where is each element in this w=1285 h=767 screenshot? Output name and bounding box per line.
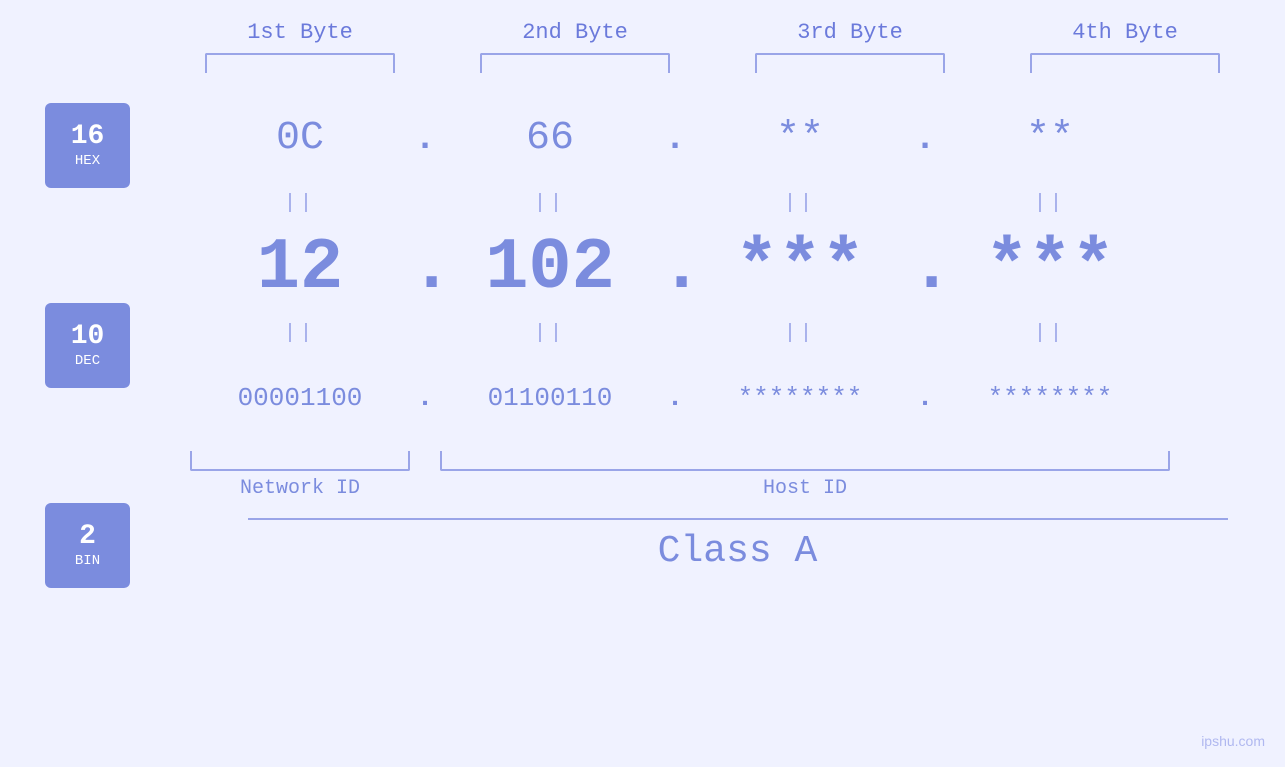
bin-byte-4: ******** <box>940 383 1160 413</box>
sep-2-4: || <box>940 322 1160 345</box>
sep-row-2: || || || || <box>190 313 1285 353</box>
rows-container: 0C . 66 . ** . ** || || <box>190 93 1285 573</box>
sep-1-3: || <box>690 192 910 215</box>
class-bracket-line <box>248 518 1228 520</box>
sep-1-2: || <box>440 192 660 215</box>
col-header-2: 2nd Byte <box>465 20 685 45</box>
dec-dot-1: . <box>410 227 440 309</box>
col-header-3: 3rd Byte <box>740 20 960 45</box>
sep-2-3: || <box>690 322 910 345</box>
dec-byte-1: 12 <box>190 227 410 309</box>
hex-byte-4: ** <box>940 116 1160 161</box>
sep-row-1: || || || || <box>190 183 1285 223</box>
dec-label: 10 DEC <box>45 303 130 388</box>
hex-dot-1: . <box>410 118 440 159</box>
dec-dot-2: . <box>660 227 690 309</box>
network-id-label: Network ID <box>190 477 410 500</box>
main-container: 1st Byte 2nd Byte 3rd Byte 4th Byte 16 H… <box>0 0 1285 767</box>
id-labels: Network ID Host ID <box>190 477 1285 500</box>
bracket-1 <box>205 53 395 73</box>
top-brackets <box>163 53 1263 73</box>
host-bracket <box>440 451 1170 471</box>
bin-byte-3: ******** <box>690 383 910 413</box>
content-area: 16 HEX 10 DEC 2 BIN 0C . 66 <box>0 73 1285 767</box>
hex-byte-2: 66 <box>440 116 660 161</box>
bin-byte-2: 01100110 <box>440 383 660 413</box>
dec-byte-2: 102 <box>440 227 660 309</box>
class-bracket-container: Class A <box>190 518 1285 573</box>
sep-1-1: || <box>190 192 410 215</box>
hex-label: 16 HEX <box>45 103 130 188</box>
class-label: Class A <box>190 530 1285 573</box>
dec-byte-3: *** <box>690 227 910 309</box>
network-host-brackets <box>190 451 1285 471</box>
host-id-label: Host ID <box>440 477 1170 500</box>
hex-row: 0C . 66 . ** . ** <box>190 93 1285 183</box>
network-bracket <box>190 451 410 471</box>
dec-row: 12 . 102 . *** . *** <box>190 223 1285 313</box>
hex-dot-3: . <box>910 118 940 159</box>
sep-2-1: || <box>190 322 410 345</box>
col-header-1: 1st Byte <box>190 20 410 45</box>
bin-dot-1: . <box>410 383 440 414</box>
bin-label: 2 BIN <box>45 503 130 588</box>
bracket-4 <box>1030 53 1220 73</box>
base-labels: 16 HEX 10 DEC 2 BIN <box>45 103 130 588</box>
hex-dot-2: . <box>660 118 690 159</box>
sep-2-2: || <box>440 322 660 345</box>
column-headers: 1st Byte 2nd Byte 3rd Byte 4th Byte <box>163 20 1263 45</box>
bracket-2 <box>480 53 670 73</box>
bracket-3 <box>755 53 945 73</box>
bin-row: 00001100 . 01100110 . ******** . *******… <box>190 353 1285 443</box>
bin-dot-2: . <box>660 383 690 414</box>
bin-dot-3: . <box>910 383 940 414</box>
hex-byte-3: ** <box>690 116 910 161</box>
bin-byte-1: 00001100 <box>190 383 410 413</box>
dec-dot-3: . <box>910 227 940 309</box>
hex-byte-1: 0C <box>190 116 410 161</box>
col-header-4: 4th Byte <box>1015 20 1235 45</box>
dec-byte-4: *** <box>940 227 1160 309</box>
watermark: ipshu.com <box>1201 733 1265 749</box>
sep-1-4: || <box>940 192 1160 215</box>
